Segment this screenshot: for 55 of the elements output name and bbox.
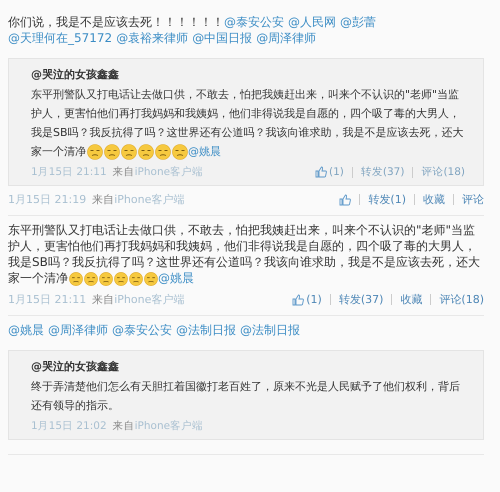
thumbs-up-icon [339,194,352,206]
emoji-icon [104,144,120,160]
action-link[interactable]: 收藏 [414,194,453,205]
emoji-icon [84,272,98,286]
action-link[interactable]: 评论(18) [430,294,484,305]
action-link[interactable]: 转发(37) [330,294,392,305]
source-label: 来自 [112,166,135,178]
mention-link[interactable]: @姚晨 [158,271,194,285]
source-link[interactable]: iPhone客户端 [114,193,184,206]
emoji-icon [98,272,112,286]
emoji-icon [120,144,136,160]
mention-link[interactable]: @泰安公安 [224,15,284,29]
emoji-icon [68,272,82,286]
emoji-icon [114,272,128,286]
thumbs-up-icon [292,294,304,306]
mention-link[interactable]: @泰安公安 [112,323,172,337]
mention-link[interactable]: @姚晨 [8,323,44,337]
mention-link[interactable]: @彭蕾 [340,15,376,29]
action-link[interactable]: 收藏 [391,294,430,305]
mention-link[interactable]: @周泽律师 [48,323,108,337]
quote-author[interactable]: @哭泣的女孩鑫鑫 [31,67,465,82]
mention-link[interactable]: @袁裕来律师 [116,31,188,45]
mention-link[interactable]: @天理何在_57172 [8,31,112,45]
mention-link[interactable]: @人民网 [288,15,336,29]
mention-link[interactable]: @姚晨 [188,145,221,158]
post-time: 1月15日 21:11 [8,292,86,307]
action-link[interactable]: 转发(37) [352,166,412,178]
emoji-icon [154,144,170,160]
post-text: 东平刑警队又打电话让去做口供，不敢去，怕把我姨赶出来，叫来个不认识的"老师"当监护人，更害怕他们再打我妈妈和我姨妈，他们非得说我是自愿的，四个吸了毒的大男人，我是SB吗？我反抗得了吗？这世界还有公道吗？我该向谁求助，我是不是应该去死，还大家一个清净 @姚晨 [8,222,481,286]
post-time: 1月15日 21:19 [8,192,86,207]
mention-link[interactable]: @周泽律师 [256,31,316,45]
action-link[interactable]: 评论 [453,194,484,205]
emoji-icon [138,144,154,160]
post-time: 1月15日 21:11 [31,165,107,179]
source-link[interactable]: iPhone客户端 [114,293,184,306]
post-text: 你们说，我是不是应该去死！！！！！！@泰安公安 @人民网 @彭蕾 @天理何在_57172 @袁裕来律师 @中国日报 @周泽律师 [8,14,377,46]
action-link[interactable]: 评论(18) [412,166,465,178]
mention-link[interactable]: @中国日报 [192,31,252,45]
emoji-icon [128,272,142,286]
post-time: 1月15日 21:02 [31,419,107,433]
emoji-icon [172,144,188,160]
post-text: 终于弄清楚他们怎么有天胆扛着国徽打老百姓了，原来不光是人民赋予了他们权利，背后还有领导的指示。 [31,379,461,414]
thumbs-up-icon [315,166,327,178]
post-text: 东平刑警队又打电话让去做口供，不敢去，怕把我姨赶出来，叫来个不认识的"老师"当监护人，更害怕他们再打我妈妈和我姨妈，他们非得说我是自愿的，四个吸了毒的大男人，我是SB吗？我反抗得了吗？这世界还有公道吗？我该向谁求助，我是不是应该去死，还大家一个清净 @姚晨 [31,87,465,161]
like-button[interactable]: (1) [284,294,330,306]
action-link[interactable]: 转发(1) [359,194,414,205]
like-button[interactable]: (1) [307,166,352,178]
source-label: 来自 [92,293,114,306]
source-label: 来自 [92,193,114,206]
quote-author[interactable]: @哭泣的女孩鑫鑫 [31,359,465,374]
mention-link[interactable]: @法制日报 [176,323,236,337]
emoji-icon [86,144,102,160]
mention-link[interactable]: @法制日报 [240,323,300,337]
emoji-icon [144,272,158,286]
source-label: 来自 [112,420,135,432]
